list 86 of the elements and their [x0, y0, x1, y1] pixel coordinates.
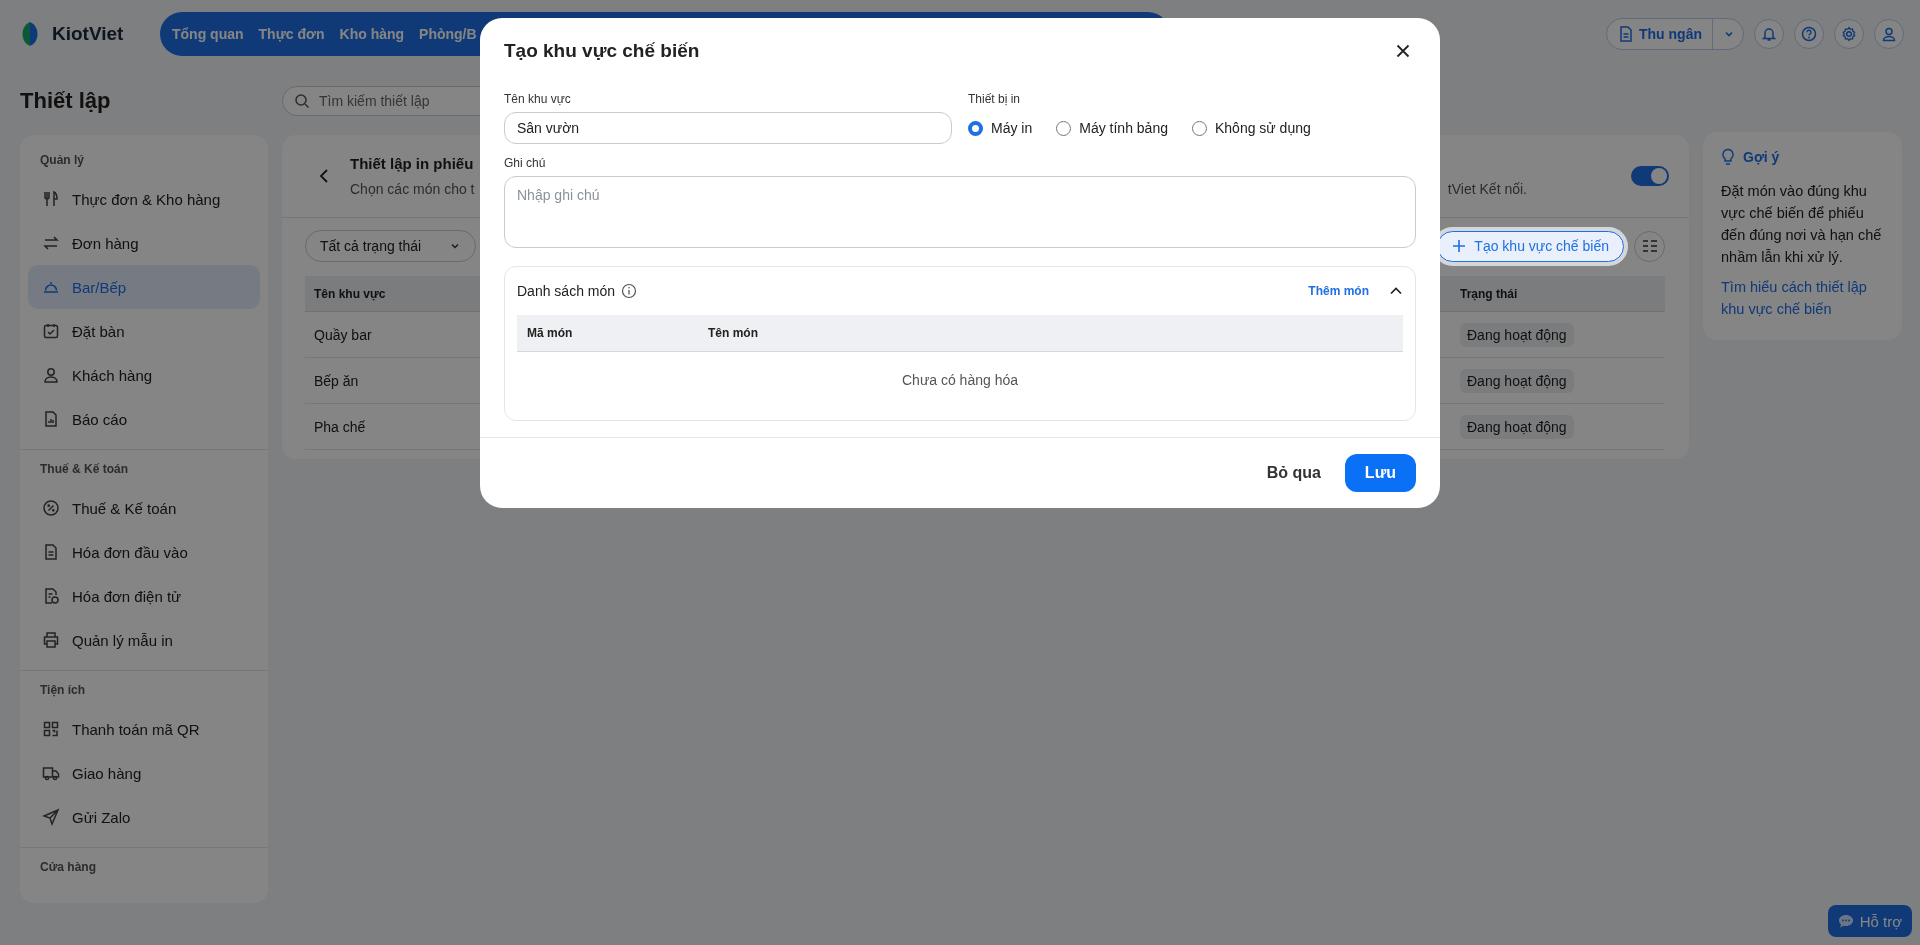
percent-icon — [42, 499, 60, 517]
page-title: Thiết lập — [20, 88, 112, 114]
empty-message: Chưa có hàng hóa — [902, 372, 1018, 388]
table-cell-text: Quầy bar — [313, 326, 373, 343]
sidebar-item[interactable]: Đơn hàng — [28, 221, 260, 265]
table-cell-text: Bếp ăn — [313, 372, 360, 389]
user-icon — [42, 366, 60, 384]
info-icon — [621, 283, 638, 299]
user-icon — [1881, 26, 1897, 42]
sidebar-item[interactable]: Báo cáo — [28, 397, 260, 441]
status-tag: Đang hoạt động — [1460, 322, 1574, 347]
sidebar-item[interactable]: Đặt bàn — [28, 309, 260, 353]
radio-option[interactable]: Không sử dụng — [1191, 120, 1311, 136]
lightbulb-icon — [1721, 148, 1735, 166]
description-text: Chọn các món cho t — [350, 181, 475, 197]
help-button[interactable] — [1794, 19, 1824, 49]
plus-icon — [1452, 239, 1467, 253]
back-icon[interactable] — [318, 167, 330, 185]
chat-icon — [1837, 913, 1854, 929]
help-link[interactable]: Tìm hiểu cách thiết lập khu vực chế biến — [1721, 276, 1884, 320]
sidebar-item[interactable]: Quản lý mẫu in — [28, 618, 260, 662]
sidebar-item[interactable]: Khách hàng — [28, 353, 260, 397]
invoice-icon — [42, 587, 60, 605]
column-header: Tên món — [708, 326, 758, 340]
save-button[interactable]: Lưu — [1344, 454, 1416, 492]
hint-text: Đặt món vào đúng khu vực chế biến để phiếu đến đúng nơi và hạn chế nhầm lẫn khi xử lý. — [1721, 182, 1883, 267]
table-cell-text: Pha chế — [313, 418, 367, 435]
field-label: Tên khu vực — [504, 92, 572, 106]
column-header: Tên khu vực — [313, 286, 387, 301]
document-icon — [1619, 26, 1633, 42]
qr-icon — [42, 720, 60, 738]
list-icon — [1641, 239, 1658, 253]
sidebar-item[interactable]: Thực đơn & Kho hàng — [28, 177, 260, 221]
sidebar-item[interactable]: Thanh toán mã QR — [28, 707, 260, 751]
list-title: Danh sách món — [517, 283, 616, 299]
close-icon — [1396, 44, 1410, 58]
status-tag: Đang hoạt động — [1460, 368, 1574, 393]
add-item-link[interactable]: Thêm món — [1308, 284, 1369, 298]
notification-button[interactable] — [1754, 19, 1784, 49]
section-title: Tiện ích — [39, 682, 87, 699]
nav-link[interactable]: Phòng/B — [419, 26, 477, 42]
logo-text: KiotViet — [52, 23, 124, 45]
send-icon — [42, 808, 60, 826]
list-view-button[interactable] — [1634, 230, 1665, 262]
arrows-icon — [42, 234, 60, 252]
settings-icon — [1841, 26, 1857, 42]
cancel-button[interactable]: Bỏ qua — [1262, 456, 1325, 490]
dialog-title: Tạo khu vực chế biến — [504, 40, 700, 62]
nav-link[interactable]: Tổng quan — [172, 26, 244, 42]
support-button[interactable]: Hỗ trợ — [1827, 905, 1912, 937]
account-button[interactable] — [1874, 19, 1904, 49]
sidebar-item[interactable]: Gửi Zalo — [28, 795, 260, 839]
status-tag: Đang hoạt động — [1460, 414, 1574, 439]
calendar-icon — [42, 322, 60, 340]
sidebar-item[interactable]: Giao hàng — [28, 751, 260, 795]
sidebar-item[interactable]: Hóa đơn đầu vào — [28, 530, 260, 574]
truck-icon — [42, 764, 60, 782]
printer-icon — [42, 631, 60, 649]
radio-option[interactable]: Máy in — [968, 120, 1033, 136]
nav-link[interactable]: Thực đơn — [258, 26, 325, 42]
settings-button[interactable] — [1834, 19, 1864, 49]
search-icon — [294, 93, 310, 109]
sidebar-item[interactable]: Hóa đơn điện tử — [28, 574, 260, 618]
section-title: Thiết lập in phiếu — [350, 155, 474, 172]
document-icon — [42, 543, 60, 561]
report-icon — [42, 410, 60, 428]
sidebar-item[interactable]: Thuế & Kế toán — [28, 486, 260, 530]
help-icon — [1801, 26, 1817, 42]
section-title: Cửa hàng — [39, 859, 98, 876]
nav-link[interactable]: Kho hàng — [339, 26, 405, 42]
column-header: Trạng thái — [1459, 286, 1519, 301]
note-field[interactable]: Nhập ghi chú — [504, 176, 1416, 248]
field-label: Thiết bị in — [968, 92, 1022, 106]
fork-knife-icon — [42, 190, 60, 208]
field-label: Ghi chú — [504, 156, 547, 170]
radio-option[interactable]: Máy tính bảng — [1056, 120, 1168, 136]
section-title: Thuế & Kế toán — [39, 461, 129, 478]
input-field[interactable]: Sân vườn — [504, 112, 952, 144]
sidebar-item[interactable]: Bar/Bếp — [28, 265, 260, 309]
column-header: Mã món — [527, 326, 574, 340]
bell-icon — [1761, 26, 1777, 42]
cashier-button[interactable]: Thu ngân — [1606, 18, 1744, 50]
section-title: Quản lý — [39, 152, 85, 169]
toggle-switch[interactable] — [1631, 166, 1669, 186]
description-text: tViet Kết nối. — [1447, 181, 1527, 197]
hint-title: Gợi ý — [1743, 149, 1780, 165]
